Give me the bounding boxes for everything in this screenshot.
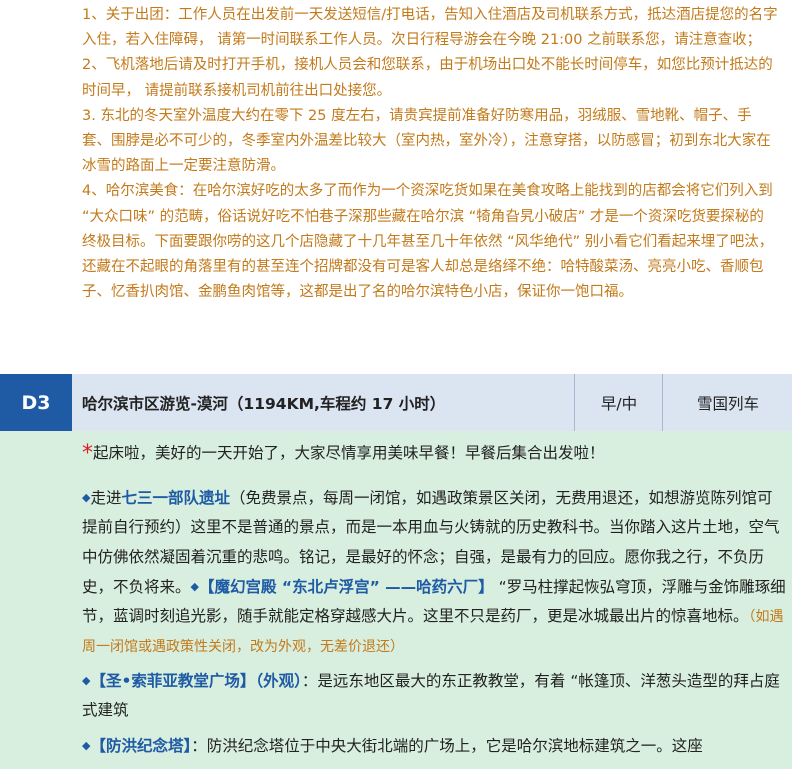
paragraph-731-site: ◆走进七三一部队遗址（免费景点，每周一闭馆，如遇政策景区关闭，无费用退还，如想游… bbox=[82, 483, 786, 663]
intro-text: 起床啦，美好的一天开始了，大家尽情享用美味早餐！早餐后集合出发啦！ bbox=[93, 444, 605, 462]
day-intro: *起床啦，美好的一天开始了，大家尽情享用美味早餐！早餐后集合出发啦！ bbox=[82, 441, 605, 466]
note-departure: 1、关于出团：工作人员在出发前一天发送短信/打电话，告知入住酒店及司机联系方式，… bbox=[82, 7, 778, 49]
day-label: D3 bbox=[0, 374, 72, 431]
note-arrival: 2、飞机落地后请及时打开手机，接机人员会和您联系，由于机场出口处不能长时间停车，… bbox=[82, 57, 773, 99]
note-weather: 3. 东北的冬天室外温度大约在零下 25 度左右，请贵宾提前准备好防寒用品，羽绒… bbox=[82, 107, 771, 175]
note-food: 4、哈尔滨美食：在哈尔滨好吃的太多了而作为一个资深吃货如果在美食攻略上能找到的店… bbox=[82, 183, 774, 301]
text-segment: 走进 bbox=[90, 489, 122, 507]
highlight-pharma-factory: 【魔幻宫殿 “东北卢浮宫” ——哈药六厂】 bbox=[198, 577, 494, 596]
day-content: *起床啦，美好的一天开始了，大家尽情享用美味早餐！早餐后集合出发啦！ ◆ 走进七三… bbox=[0, 431, 792, 769]
travel-notes-section: 1、关于出团：工作人员在出发前一天发送短信/打电话，告知入住酒店及司机联系方式，… bbox=[0, 0, 792, 374]
paragraph-sofia-church: ◆【圣•索菲亚教堂广场】（外观）：是远东地区最大的东正教教堂，有着 “帐篷顶、洋… bbox=[82, 666, 786, 726]
day-meals: 早/中 bbox=[574, 374, 663, 431]
diamond-icon: ◆ bbox=[190, 579, 199, 593]
highlight-flood-tower: 【防洪纪念塔】 bbox=[90, 737, 192, 755]
highlight-731-site: 七三一部队遗址 bbox=[121, 489, 230, 507]
day-title: 哈尔滨市区游览-漠河（1194KM,车程约 17 小时） bbox=[82, 394, 446, 413]
text-segment: ：防洪纪念塔位于中央大街北端的广场上，它是哈尔滨地标建筑之一。这座 bbox=[191, 737, 703, 755]
star-icon: * bbox=[82, 441, 93, 466]
paragraph-flood-tower: ◆【防洪纪念塔】：防洪纪念塔位于中央大街北端的广场上，它是哈尔滨地标建筑之一。这… bbox=[82, 731, 786, 761]
day-accommodation: 雪国列车 bbox=[662, 374, 792, 431]
day-header-row: D3 哈尔滨市区游览-漠河（1194KM,车程约 17 小时） 早/中 雪国列车 bbox=[0, 374, 792, 431]
highlight-sofia-church: 【圣•索菲亚教堂广场】（外观） bbox=[90, 672, 302, 690]
